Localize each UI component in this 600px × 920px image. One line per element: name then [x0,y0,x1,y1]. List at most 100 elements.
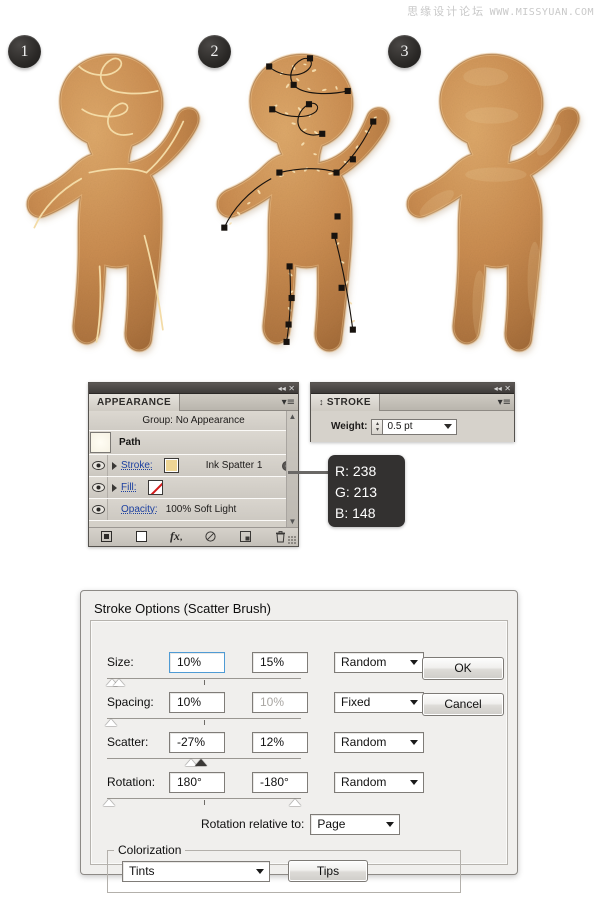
rotation-slider-handle-max[interactable] [289,799,301,806]
stroke-weight-row: Weight: ▴ ▾ 0.5 pt [311,411,514,442]
scroll-up-icon[interactable]: ▲ [287,411,298,422]
slider-midtick [204,680,205,685]
chevron-down-icon[interactable] [444,424,453,429]
panel-menu-icon[interactable]: ▾≡ [282,396,295,409]
colorization-controls: Tints Tips [108,857,460,882]
colorization-method-select[interactable]: Tints [122,860,270,882]
slider-track [107,798,301,799]
rotation-relative-row: Rotation relative to: Page [201,813,507,835]
fill-row-label[interactable]: Fill: [121,482,141,493]
spacing-slider[interactable] [105,716,301,727]
collapse-close-icons[interactable]: ◂◂ ✕ [278,383,295,394]
slider-track [107,718,301,719]
appearance-panel[interactable]: ◂◂ ✕ APPEARANCE ▾≡ Group: No Appearance … [88,382,299,547]
tab-appearance[interactable]: APPEARANCE [89,393,181,411]
chevron-down-icon[interactable] [386,821,395,827]
disclosure-triangle-icon[interactable] [108,483,121,492]
clear-appearance-icon[interactable] [193,528,228,547]
rgb-color-tooltip: R: 238 G: 213 B: 148 [328,455,405,527]
scroll-down-icon[interactable]: ▼ [287,516,298,527]
stroke-panel[interactable]: ◂◂ ✕ STROKE ▾≡ Weight: ▴ ▾ 0.5 pt [310,382,515,442]
stroke-color-swatch[interactable] [163,458,179,473]
opacity-row-label[interactable]: Opacity: [121,504,162,515]
fill-none-swatch-icon[interactable] [147,480,163,495]
tab-stroke[interactable]: STROKE [311,393,380,411]
colorization-group: Colorization Tints Tips [107,843,461,893]
appearance-row-opacity[interactable]: Opacity: 100% Soft Light [89,499,298,521]
disclosure-triangle-icon[interactable] [108,461,121,470]
stroke-weight-label: Weight: [331,421,368,432]
figure-3-final-cookie [405,52,581,353]
scatter-mode-value: Random [341,735,387,749]
appearance-panel-body: Group: No Appearance Path Stroke: Ink Sp… [89,411,298,527]
add-new-stroke-icon[interactable] [89,528,124,547]
rgb-green-value: G: 213 [335,484,378,500]
dialog-title: Stroke Options (Scatter Brush) [94,601,272,616]
figure-1-plain-cookie [25,52,201,353]
appearance-panel-tabrow[interactable]: APPEARANCE ▾≡ [89,393,298,411]
rotation-max-input[interactable]: -180° [252,771,308,793]
visibility-eye-icon[interactable] [89,455,108,476]
duplicate-item-icon[interactable] [228,528,263,547]
visibility-eye-icon[interactable] [89,499,108,520]
scatter-slider[interactable] [107,756,301,767]
step-badge-2: 2 [198,35,231,68]
scatter-min-input[interactable]: -27% [169,731,225,753]
rotation-mode-value: Random [341,775,387,789]
panel-menu-icon[interactable]: ▾≡ [498,396,511,409]
add-new-effect-icon[interactable]: fx, [159,527,194,547]
size-slider-handle-max[interactable] [113,679,125,686]
tips-button[interactable]: Tips [288,860,368,882]
size-max-input[interactable]: 15% [252,651,308,673]
stroke-weight-field[interactable]: 0.5 pt [383,418,458,435]
step-badge-3: 3 [388,35,421,68]
size-slider[interactable] [106,676,301,687]
chevron-down-icon[interactable] [410,699,418,705]
gingerbread-figures-svg [25,52,581,353]
path-row-label: Path [119,437,141,448]
rotation-min-input[interactable]: 180° [169,771,225,793]
visibility-eye-icon[interactable] [89,477,108,498]
scatter-mode-select[interactable]: Random [334,731,424,753]
resize-grip-icon[interactable] [288,536,296,544]
add-new-fill-icon[interactable] [124,528,159,547]
rgb-callout-leader-line [288,471,332,474]
path-thumbnail-icon [90,432,111,453]
rotation-relative-label: Rotation relative to: [201,817,305,831]
gingerbread-illustration: 1 2 3 [0,0,600,360]
scatter-slider-handle-max[interactable] [195,759,207,766]
appearance-row-stroke[interactable]: Stroke: Ink Spatter 1 [89,455,298,477]
size-min-input[interactable]: 10% [169,651,225,673]
stroke-weight-stepper[interactable]: ▴ ▾ [371,418,384,435]
spacing-row: Spacing: 10% 10% Fixed [107,691,424,713]
rotation-relative-select[interactable]: Page [310,813,401,835]
appearance-scrollbar[interactable]: ▲ ▼ [286,411,298,527]
rgb-blue-value: B: 148 [335,505,376,521]
stepper-down-icon[interactable]: ▾ [376,427,379,433]
rotation-slider[interactable] [103,796,301,807]
appearance-panel-titlebar[interactable]: ◂◂ ✕ [89,383,298,394]
stroke-options-dialog[interactable]: Stroke Options (Scatter Brush) Size: 10%… [80,590,518,893]
scatter-max-input[interactable]: 12% [252,731,308,753]
stroke-panel-titlebar[interactable]: ◂◂ ✕ [311,383,514,394]
chevron-down-icon[interactable] [256,868,264,874]
appearance-row-fill[interactable]: Fill: [89,477,298,499]
stroke-weight-value: 0.5 pt [387,421,413,432]
stroke-row-label[interactable]: Stroke: [121,460,157,471]
cancel-button[interactable]: Cancel [422,693,504,716]
chevron-down-icon[interactable] [410,739,418,745]
spacing-slider-handle[interactable] [105,719,117,726]
ok-button[interactable]: OK [422,657,504,680]
spacing-label: Spacing: [107,695,154,709]
collapse-close-icons[interactable]: ◂◂ ✕ [494,383,511,394]
size-mode-select[interactable]: Random [334,651,424,673]
stroke-panel-tabrow[interactable]: STROKE ▾≡ [311,393,514,411]
rotation-slider-handle-min[interactable] [103,799,115,806]
spacing-min-input[interactable]: 10% [169,691,225,713]
chevron-down-icon[interactable] [410,779,418,785]
spacing-mode-select[interactable]: Fixed [334,691,424,713]
step-badge-1: 1 [8,35,41,68]
chevron-down-icon[interactable] [410,659,418,665]
rotation-mode-select[interactable]: Random [334,771,424,793]
appearance-path-row[interactable]: Path [89,431,298,455]
